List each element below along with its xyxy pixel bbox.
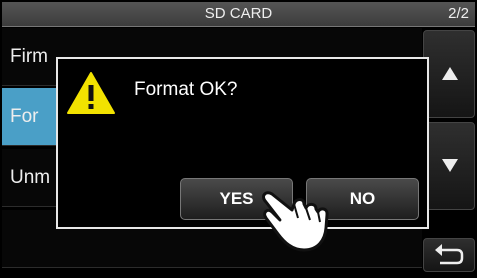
scroll-down-button[interactable]: [423, 122, 475, 210]
scroll-up-button[interactable]: [423, 30, 475, 118]
tap-hand-icon: [262, 191, 329, 252]
return-icon: [435, 244, 464, 265]
list-item-label: Unm: [10, 167, 51, 188]
scroll-down-icon: [442, 159, 458, 172]
warning-icon: [67, 72, 115, 114]
dialog-message: Format OK?: [134, 79, 238, 100]
scroll-up-icon: [442, 67, 458, 80]
title-bar: SD CARD 2/2: [2, 2, 475, 27]
sd-card-screen: SD CARD 2/2 Firm For Unm Format OK? YES …: [0, 0, 477, 275]
return-button[interactable]: [423, 238, 475, 272]
screen-title: SD CARD: [204, 5, 273, 22]
page-indicator: 2/2: [448, 5, 469, 22]
list-item-label: Firm: [10, 46, 48, 67]
format-confirm-dialog: Format OK? YES NO: [56, 57, 429, 229]
list-item-label: For: [10, 106, 39, 127]
